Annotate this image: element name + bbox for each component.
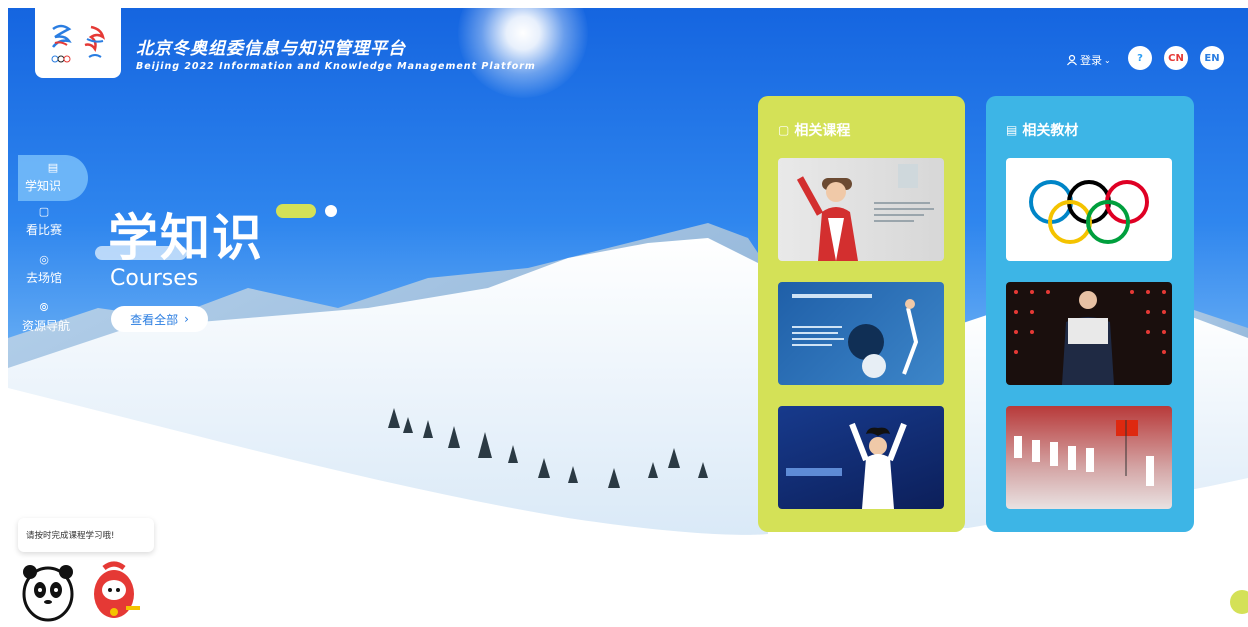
view-all-label: 查看全部 bbox=[130, 312, 179, 327]
sidebar-item-label: 资源导航 bbox=[21, 319, 70, 333]
section-title-cn: 学知识 bbox=[108, 209, 264, 267]
decor-dot bbox=[325, 205, 337, 217]
location-pin-icon: ◎ bbox=[39, 253, 49, 266]
shuey-rhon-rhon-mascot-icon[interactable] bbox=[86, 560, 142, 622]
course-thumbnail-1[interactable] bbox=[778, 158, 944, 261]
sidebar-item-label: 学知识 bbox=[24, 179, 61, 193]
reminder-text: 请按时完成课程学习哦! bbox=[26, 531, 115, 541]
skater-photo bbox=[786, 422, 907, 509]
chevron-down-icon: ⌄ bbox=[1104, 55, 1111, 65]
olympic-emblem-icon bbox=[51, 24, 72, 63]
lang-cn-button[interactable]: CN bbox=[1164, 46, 1188, 70]
sidebar-item-learn[interactable]: ▤ 学知识 bbox=[18, 155, 88, 201]
login-button[interactable]: 登录 ⌄ bbox=[1066, 52, 1111, 68]
lang-en-label: EN bbox=[1204, 52, 1220, 64]
materials-title-label: 相关教材 bbox=[1022, 123, 1079, 139]
user-icon bbox=[1067, 54, 1077, 66]
help-icon: ? bbox=[1137, 52, 1143, 64]
paralympic-emblem-icon bbox=[84, 25, 105, 58]
courses-title-label: 相关课程 bbox=[794, 123, 851, 139]
courses-panel-title: ▢ 相关课程 bbox=[778, 120, 850, 140]
materials-panel: ▤ 相关教材 bbox=[986, 96, 1194, 532]
ceremony-photo bbox=[1014, 290, 1166, 385]
section-title-en: Courses bbox=[110, 266, 199, 291]
bing-dwen-dwen-mascot-icon[interactable] bbox=[20, 560, 76, 622]
lang-en-button[interactable]: EN bbox=[1200, 46, 1224, 70]
study-reminder-bubble: 请按时完成课程学习哦! bbox=[18, 518, 154, 552]
skater-collage bbox=[792, 294, 919, 378]
platform-title-cn: 北京冬奥组委信息与知识管理平台 bbox=[136, 39, 406, 59]
login-label: 登录 bbox=[1080, 54, 1102, 67]
athlete-photo bbox=[796, 164, 934, 261]
parade-photo bbox=[1014, 420, 1154, 486]
sidebar-item-label: 看比赛 bbox=[25, 223, 62, 237]
materials-panel-title: ▤ 相关教材 bbox=[1006, 120, 1078, 140]
sidebar-item-venues[interactable]: ◎ 去场馆 bbox=[18, 253, 88, 299]
sidebar-item-watch[interactable]: ▢ 看比赛 bbox=[18, 205, 88, 251]
compass-icon: ⦾ bbox=[39, 301, 49, 314]
sidebar-item-label: 去场馆 bbox=[25, 271, 62, 285]
lang-cn-label: CN bbox=[1168, 52, 1184, 64]
view-all-button[interactable]: 查看全部 › bbox=[111, 306, 208, 332]
floating-action-button[interactable] bbox=[1230, 590, 1248, 614]
help-button[interactable]: ? bbox=[1128, 46, 1152, 70]
course-thumbnail-2[interactable] bbox=[778, 282, 944, 385]
book-icon: ▤ bbox=[47, 161, 59, 174]
material-thumbnail-1[interactable] bbox=[1006, 158, 1172, 261]
decor-pill bbox=[276, 204, 316, 218]
monitor-icon: ▢ bbox=[778, 123, 790, 137]
video-icon: ▢ bbox=[38, 205, 50, 218]
material-thumbnail-3[interactable] bbox=[1006, 406, 1172, 509]
chevron-right-icon: › bbox=[184, 312, 189, 326]
olympic-rings-icon bbox=[1029, 180, 1149, 244]
beijing-2022-logo[interactable] bbox=[35, 8, 121, 78]
monitor-icon: ▤ bbox=[1006, 123, 1018, 137]
material-thumbnail-2[interactable] bbox=[1006, 282, 1172, 385]
platform-title-en: Beijing 2022 Information and Knowledge M… bbox=[136, 61, 536, 72]
courses-panel: ▢ 相关课程 bbox=[758, 96, 965, 532]
sidebar-item-resources[interactable]: ⦾ 资源导航 bbox=[18, 301, 88, 347]
course-thumbnail-3[interactable] bbox=[778, 406, 944, 509]
